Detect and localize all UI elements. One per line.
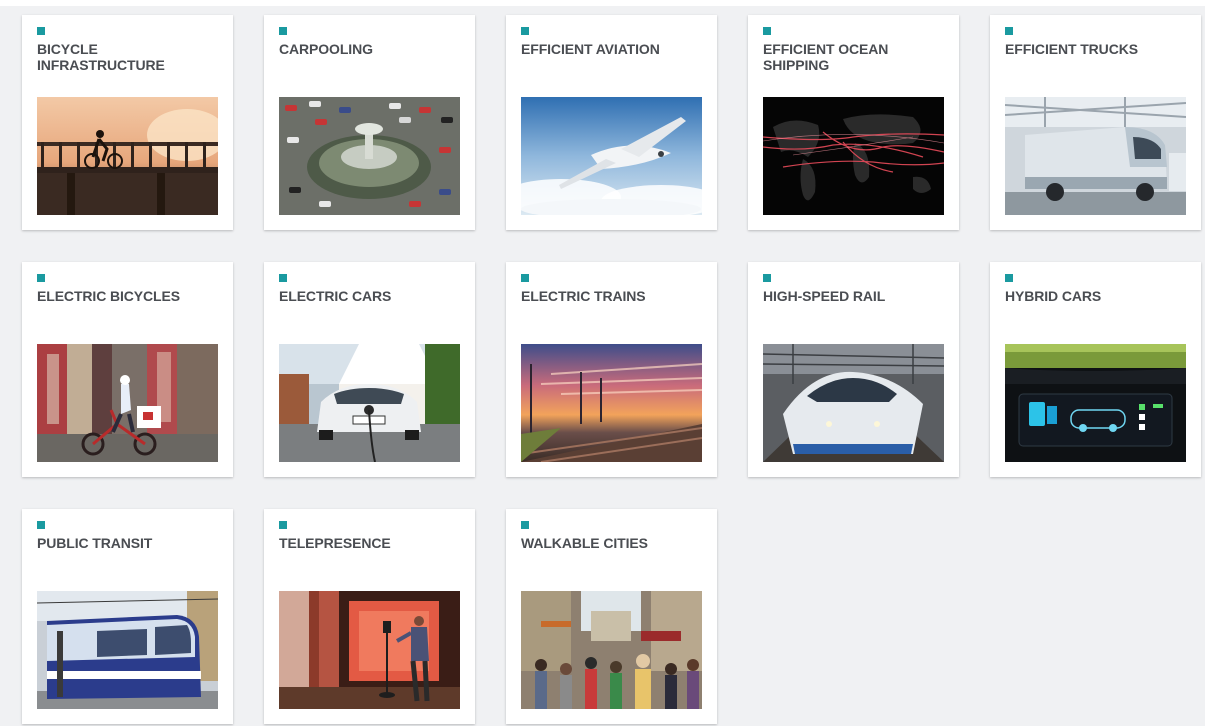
square-marker-icon: [279, 521, 287, 529]
solution-title: HIGH-SPEED RAIL: [763, 288, 886, 304]
solutions-grid: BICYCLE INFRASTRUCTURE CARPOOLING EFFICI…: [22, 15, 1201, 724]
solution-card-carpooling[interactable]: CARPOOLING: [264, 15, 475, 230]
hybrid-cars-photo[interactable]: [1005, 344, 1186, 462]
square-marker-icon: [279, 274, 287, 282]
efficient-ocean-shipping-photo[interactable]: [763, 97, 944, 215]
electric-cars-photo[interactable]: [279, 344, 460, 462]
solution-card-bicycle-infrastructure[interactable]: BICYCLE INFRASTRUCTURE: [22, 15, 233, 230]
high-speed-rail-photo[interactable]: [763, 344, 944, 462]
solution-card-telepresence[interactable]: TELEPRESENCE: [264, 509, 475, 724]
solution-title: PUBLIC TRANSIT: [37, 535, 153, 551]
solution-title: TELEPRESENCE: [279, 535, 391, 551]
solution-title: ELECTRIC TRAINS: [521, 288, 646, 304]
square-marker-icon: [521, 521, 529, 529]
square-marker-icon: [37, 27, 45, 35]
efficient-aviation-photo[interactable]: [521, 97, 702, 215]
solution-card-walkable-cities[interactable]: WALKABLE CITIES: [506, 509, 717, 724]
square-marker-icon: [521, 274, 529, 282]
solution-title: CARPOOLING: [279, 41, 373, 57]
solution-card-efficient-ocean-shipping[interactable]: EFFICIENT OCEAN SHIPPING: [748, 15, 959, 230]
solution-card-hybrid-cars[interactable]: HYBRID CARS: [990, 262, 1201, 477]
solution-title: ELECTRIC CARS: [279, 288, 392, 304]
square-marker-icon: [763, 274, 771, 282]
square-marker-icon: [279, 27, 287, 35]
square-marker-icon: [37, 521, 45, 529]
public-transit-photo[interactable]: [37, 591, 218, 709]
solution-title: BICYCLE INFRASTRUCTURE: [37, 41, 165, 73]
solution-title: EFFICIENT AVIATION: [521, 41, 660, 57]
efficient-trucks-photo[interactable]: [1005, 97, 1186, 215]
square-marker-icon: [1005, 274, 1013, 282]
square-marker-icon: [521, 27, 529, 35]
solution-card-electric-trains[interactable]: ELECTRIC TRAINS: [506, 262, 717, 477]
bicycle-infrastructure-photo[interactable]: [37, 97, 218, 215]
solution-title: EFFICIENT TRUCKS: [1005, 41, 1138, 57]
solution-card-public-transit[interactable]: PUBLIC TRANSIT: [22, 509, 233, 724]
square-marker-icon: [1005, 27, 1013, 35]
solution-title: ELECTRIC BICYCLES: [37, 288, 180, 304]
solution-title: EFFICIENT OCEAN SHIPPING: [763, 41, 889, 73]
solution-card-electric-cars[interactable]: ELECTRIC CARS: [264, 262, 475, 477]
solution-card-high-speed-rail[interactable]: HIGH-SPEED RAIL: [748, 262, 959, 477]
solution-card-electric-bicycles[interactable]: ELECTRIC BICYCLES: [22, 262, 233, 477]
telepresence-photo[interactable]: [279, 591, 460, 709]
carpooling-photo[interactable]: [279, 97, 460, 215]
solution-title: HYBRID CARS: [1005, 288, 1102, 304]
electric-trains-photo[interactable]: [521, 344, 702, 462]
solution-card-efficient-trucks[interactable]: EFFICIENT TRUCKS: [990, 15, 1201, 230]
top-strip: [0, 0, 1205, 6]
electric-bicycles-photo[interactable]: [37, 344, 218, 462]
solution-card-efficient-aviation[interactable]: EFFICIENT AVIATION: [506, 15, 717, 230]
solution-title: WALKABLE CITIES: [521, 535, 648, 551]
walkable-cities-photo[interactable]: [521, 591, 702, 709]
square-marker-icon: [763, 27, 771, 35]
square-marker-icon: [37, 274, 45, 282]
